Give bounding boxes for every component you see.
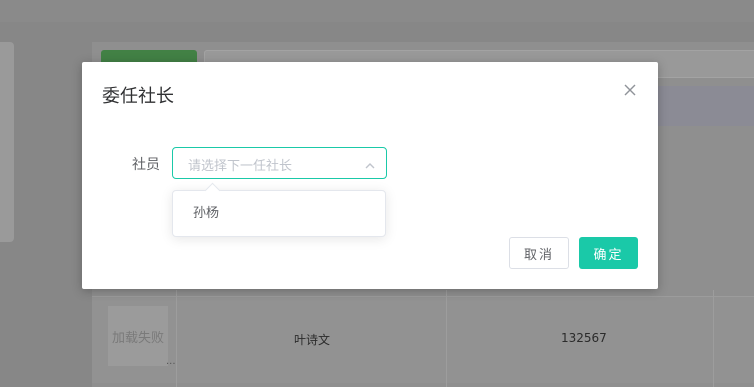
cancel-button[interactable]: 取消: [509, 237, 569, 269]
appoint-president-dialog: 委任社长 社员 请选择下一任社长 取消 确定: [82, 62, 658, 289]
select-placeholder: 请选择下一任社长: [188, 159, 293, 174]
table-column-divider: [446, 290, 447, 387]
table-row: [92, 296, 754, 383]
table-column-divider: [176, 290, 177, 387]
close-icon[interactable]: [623, 83, 637, 97]
dialog-title: 委任社长: [102, 86, 174, 107]
president-select[interactable]: 请选择下一任社长: [172, 147, 387, 179]
member-id-cell: 132567: [561, 331, 607, 345]
dropdown-option[interactable]: 孙杨: [173, 198, 385, 230]
confirm-button[interactable]: 确定: [579, 237, 638, 269]
background-side-panel: [0, 42, 14, 242]
background-topbar: [0, 0, 754, 22]
member-name-cell: 叶诗文: [294, 333, 331, 347]
select-dropdown: 孙杨: [172, 182, 386, 237]
member-label: 社员: [132, 157, 160, 173]
image-load-failed: 加载失败: [108, 306, 168, 366]
ellipsis: ...: [166, 356, 176, 367]
chevron-up-icon: [364, 157, 376, 169]
table-column-divider: [713, 290, 714, 387]
